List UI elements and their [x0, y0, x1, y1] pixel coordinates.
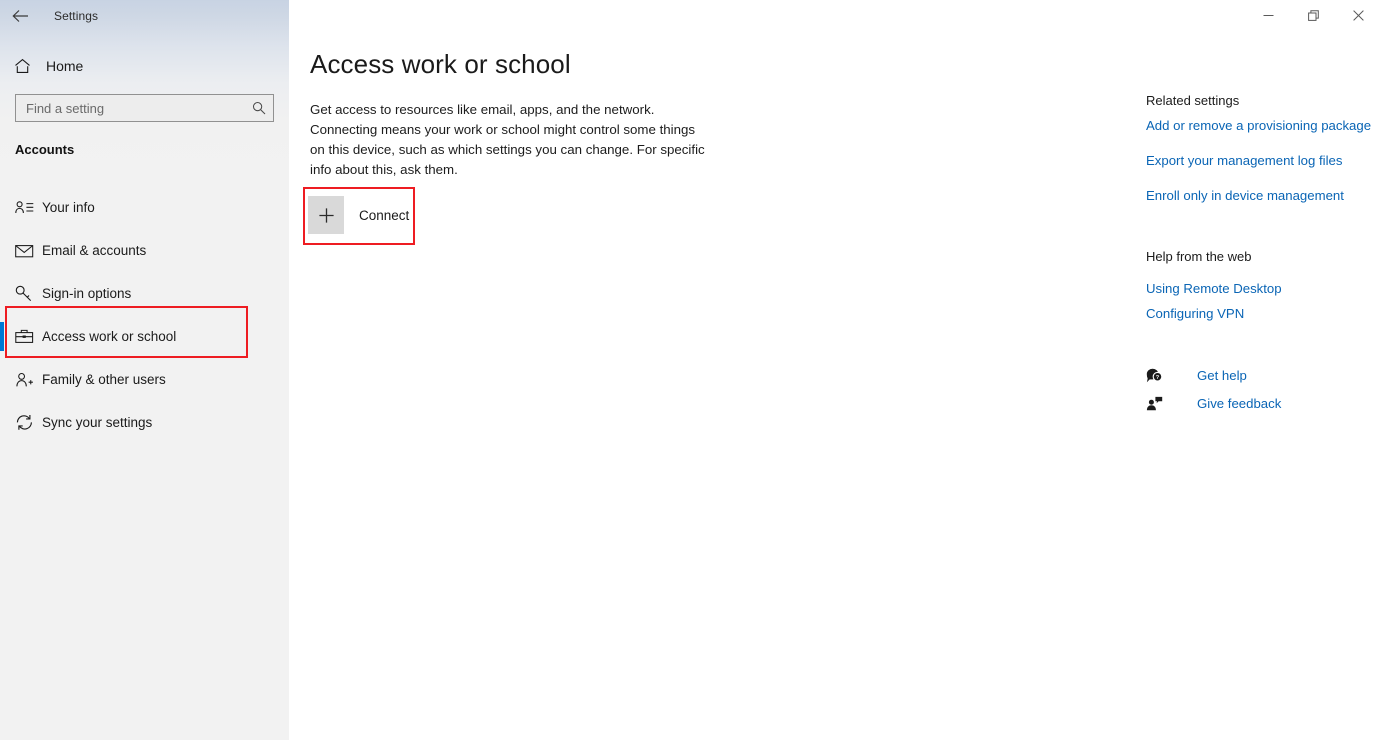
sync-icon — [15, 413, 41, 433]
restore-button[interactable] — [1291, 0, 1336, 30]
related-link-provisioning-package[interactable]: Add or remove a provisioning package — [1146, 118, 1371, 133]
sidebar-item-home[interactable]: Home — [0, 52, 289, 80]
search-container — [15, 94, 274, 122]
sidebar-nav: Your info Email & accounts Sign-in optio… — [0, 186, 289, 444]
connect-button-label: Connect — [359, 207, 410, 223]
give-feedback-label: Give feedback — [1197, 395, 1282, 411]
person-add-icon — [15, 370, 41, 390]
contact-card-icon — [15, 198, 41, 218]
get-help-row[interactable]: ? Get help — [1146, 364, 1247, 386]
settings-window: Settings Home Accou — [0, 0, 1381, 740]
window-controls — [1246, 0, 1381, 30]
related-settings-heading: Related settings — [1146, 93, 1240, 108]
help-link-configuring-vpn[interactable]: Configuring VPN — [1146, 306, 1244, 321]
sidebar-item-email-accounts[interactable]: Email & accounts — [0, 229, 289, 272]
help-from-web-heading: Help from the web — [1146, 249, 1252, 264]
feedback-person-icon — [1146, 396, 1168, 411]
close-button[interactable] — [1336, 0, 1381, 30]
search-icon — [251, 100, 267, 116]
page-description: Get access to resources like email, apps… — [310, 102, 705, 177]
sidebar-section-label: Accounts — [15, 142, 75, 157]
minimize-button[interactable] — [1246, 0, 1291, 30]
titlebar-left: Settings — [0, 0, 289, 32]
sidebar-item-label: Access work or school — [42, 329, 177, 344]
briefcase-icon — [15, 327, 41, 347]
envelope-icon — [15, 241, 41, 261]
sidebar-home-label: Home — [46, 58, 84, 74]
help-bubble-icon: ? — [1146, 368, 1168, 383]
home-icon — [14, 58, 42, 74]
sidebar-item-label: Sync your settings — [42, 415, 153, 430]
back-arrow-icon[interactable] — [0, 0, 40, 32]
sidebar-item-label: Email & accounts — [42, 243, 147, 258]
search-input[interactable] — [26, 100, 251, 116]
help-link-using-remote-desktop[interactable]: Using Remote Desktop — [1146, 281, 1282, 296]
key-icon — [15, 284, 41, 304]
related-settings-heading-wrap: Related settings — [1146, 93, 1239, 108]
search-box[interactable] — [15, 94, 274, 122]
connect-button[interactable]: Connect — [308, 193, 409, 237]
sidebar-item-sign-in-options[interactable]: Sign-in options — [0, 272, 289, 315]
related-link-device-management[interactable]: Enroll only in device management — [1146, 188, 1344, 203]
get-help-label: Get help — [1197, 367, 1247, 383]
sidebar-item-your-info[interactable]: Your info — [0, 186, 289, 229]
sidebar-item-access-work-or-school[interactable]: Access work or school — [0, 315, 289, 358]
sidebar-item-label: Sign-in options — [42, 286, 132, 301]
give-feedback-row[interactable]: Give feedback — [1146, 392, 1281, 414]
sidebar: Settings Home Accou — [0, 0, 289, 740]
page-title: Access work or school — [310, 49, 571, 79]
sidebar-item-label: Your info — [42, 200, 95, 215]
related-link-management-log-files[interactable]: Export your management log files — [1146, 153, 1342, 168]
help-from-web-heading-wrap: Help from the web — [1146, 249, 1252, 264]
sidebar-item-family-other-users[interactable]: Family & other users — [0, 358, 289, 401]
sidebar-item-label: Family & other users — [42, 372, 166, 387]
svg-text:?: ? — [1156, 375, 1160, 381]
sidebar-item-sync-your-settings[interactable]: Sync your settings — [0, 401, 289, 444]
plus-icon — [308, 196, 344, 234]
app-title: Settings — [54, 9, 99, 23]
